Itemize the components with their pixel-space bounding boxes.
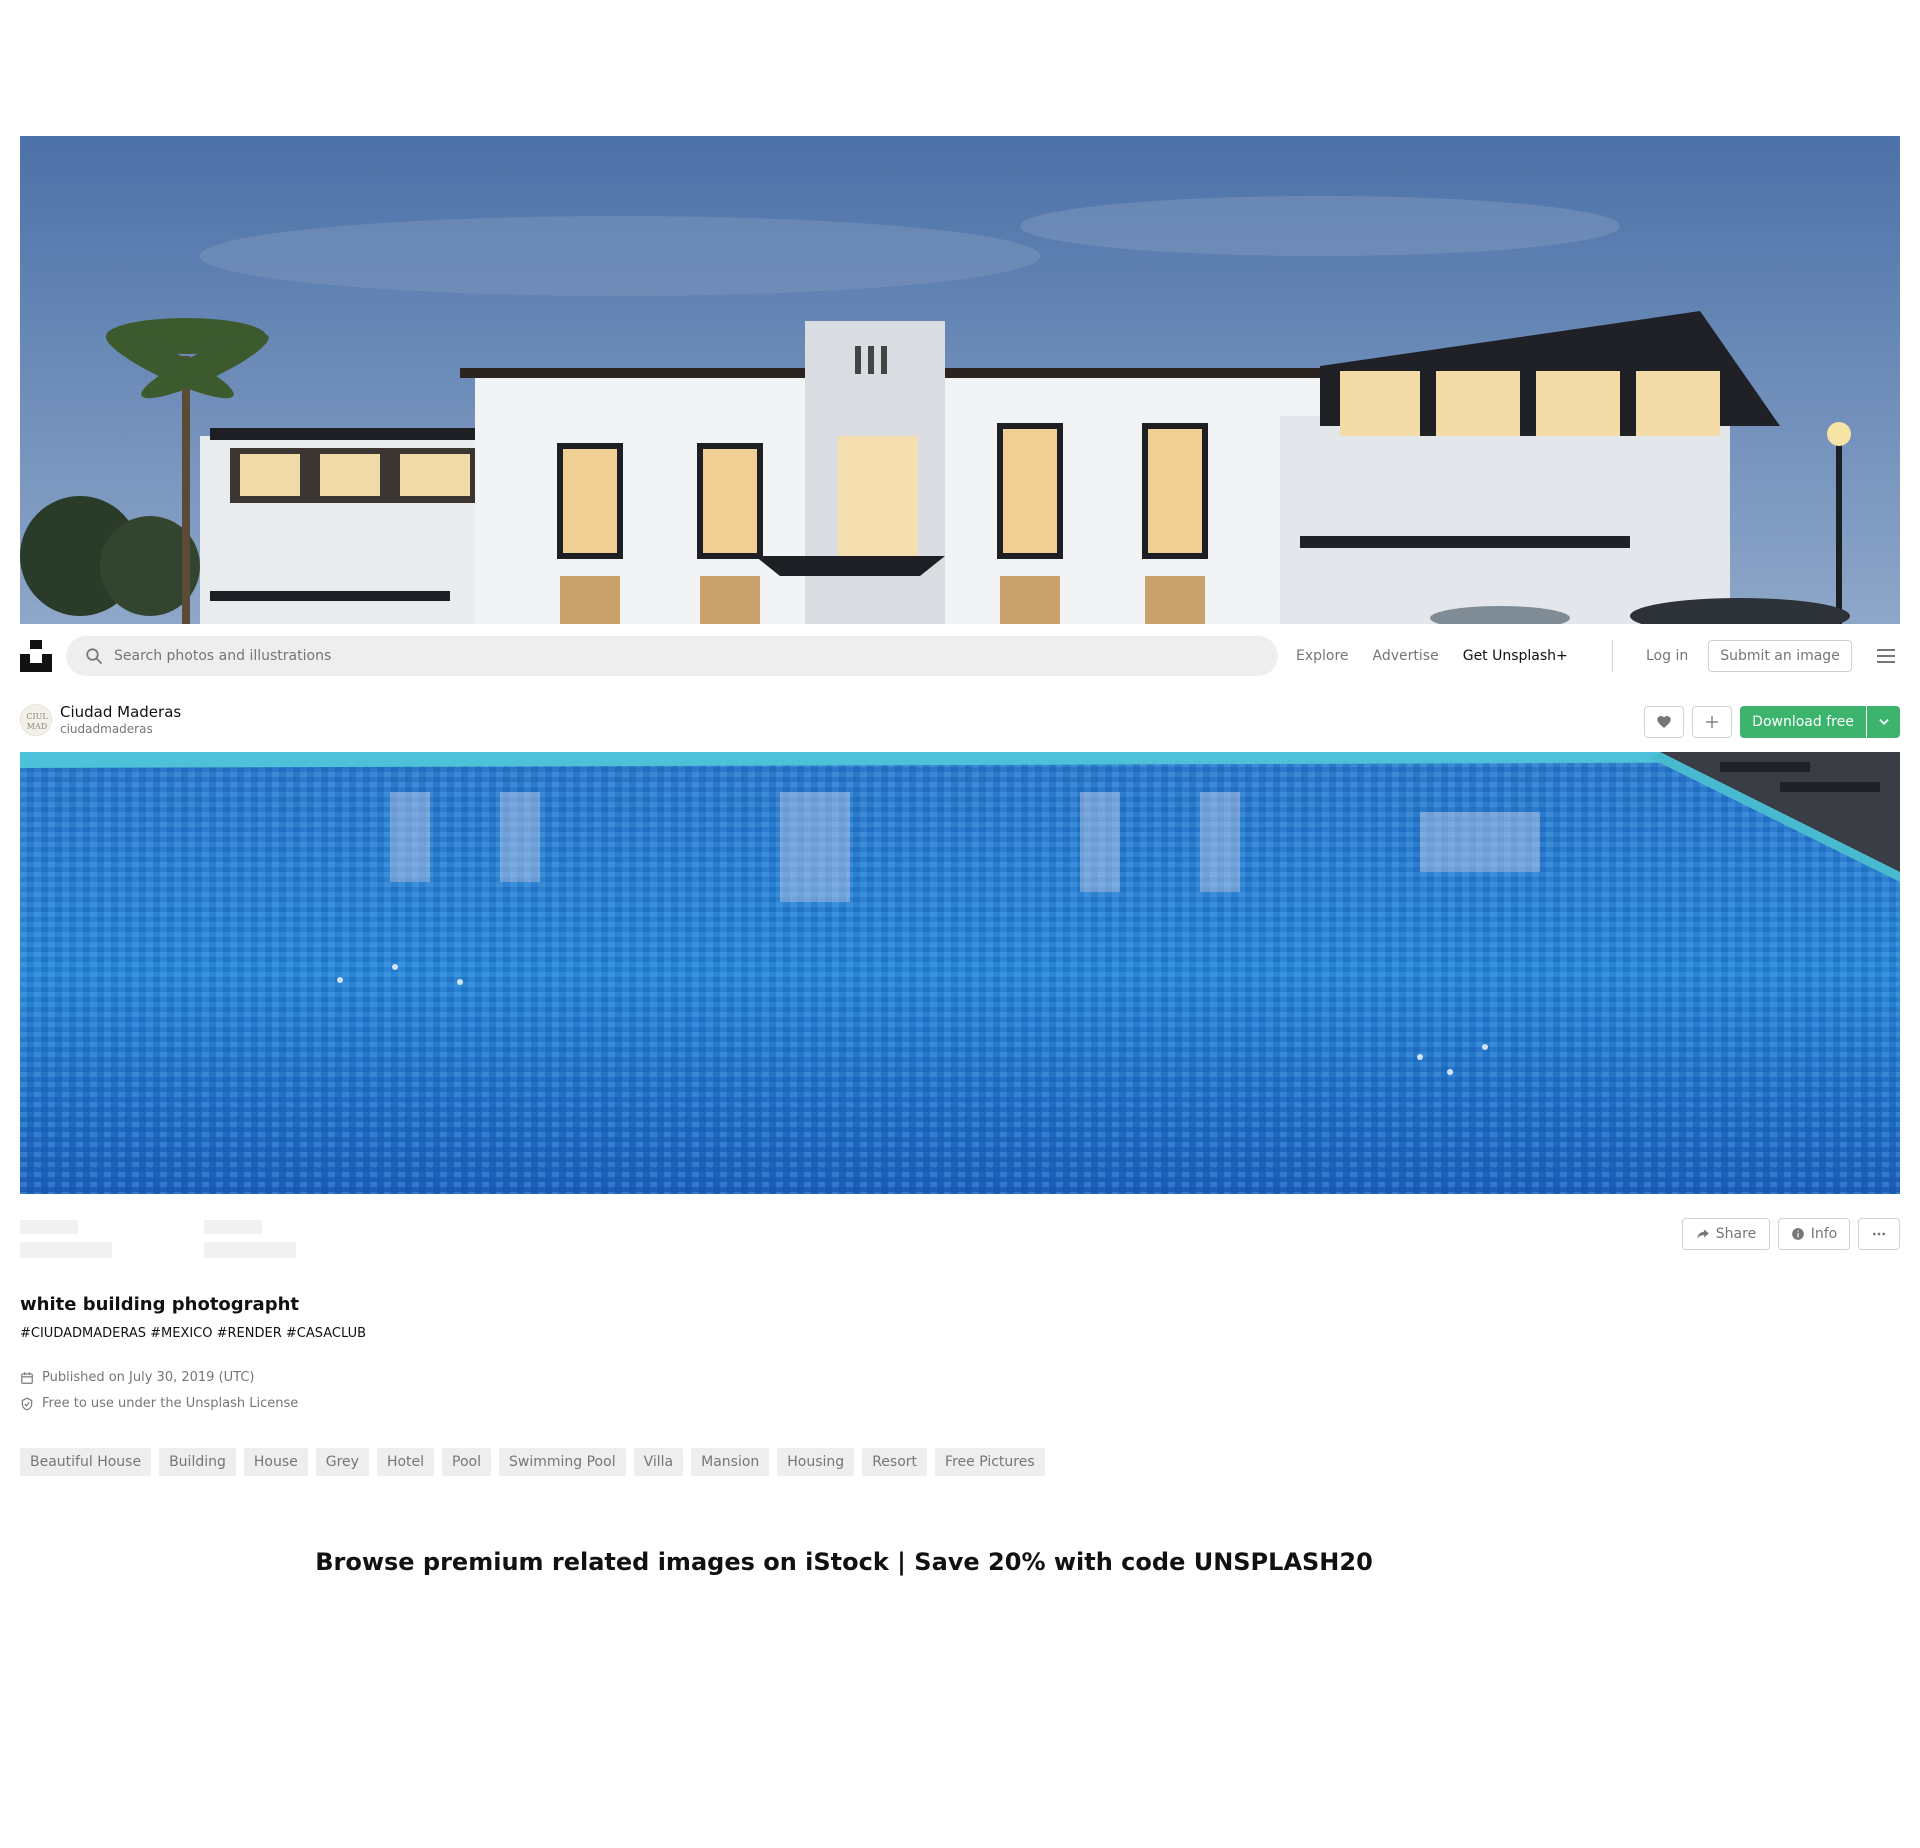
- tag-grey[interactable]: Grey: [315, 1448, 369, 1476]
- top-navigation: Explore Advertise Get Unsplash+ Log in S…: [0, 624, 1920, 688]
- published-info: Published on July 30, 2019 (UTC): [20, 1370, 255, 1385]
- license-text[interactable]: Free to use under the Unsplash License: [42, 1396, 298, 1411]
- add-to-collection-button[interactable]: [1692, 706, 1732, 738]
- nav-divider: [1612, 640, 1613, 672]
- hero-image-top: [20, 136, 1900, 624]
- pool-illustration: [20, 752, 1900, 1194]
- plus-icon: [1706, 716, 1718, 728]
- author-name[interactable]: Ciudad Maderas: [60, 703, 181, 721]
- calendar-icon: [21, 1371, 33, 1384]
- share-label: Share: [1715, 1226, 1757, 1242]
- search-icon[interactable]: [74, 636, 114, 676]
- published-date: Published on July 30, 2019 (UTC): [42, 1370, 255, 1385]
- tag-hotel[interactable]: Hotel: [376, 1448, 435, 1476]
- tag-house[interactable]: House: [243, 1448, 308, 1476]
- search-bar[interactable]: [66, 636, 1278, 676]
- more-options-button[interactable]: [1858, 1218, 1900, 1250]
- login-link[interactable]: Log in: [1646, 648, 1688, 664]
- share-icon: [1696, 1229, 1709, 1239]
- chevron-down-icon: [1878, 719, 1889, 725]
- like-button[interactable]: [1644, 706, 1684, 738]
- main-photo[interactable]: [20, 752, 1900, 1194]
- photo-title: white building photographt: [20, 1294, 299, 1315]
- info-button[interactable]: Info: [1778, 1218, 1850, 1250]
- svg-text:MAD: MAD: [27, 722, 47, 731]
- hero-building-illustration: [20, 136, 1900, 624]
- license-info: Free to use under the Unsplash License: [20, 1396, 298, 1411]
- info-icon: [1791, 1228, 1804, 1240]
- share-button[interactable]: Share: [1682, 1218, 1770, 1250]
- author-bar: CIUL MAD Ciudad Maderas ciudadmaderas Do…: [0, 690, 1920, 750]
- tag-pool[interactable]: Pool: [442, 1448, 492, 1476]
- unsplash-logo[interactable]: [20, 640, 52, 672]
- photo-hashtags: #CIUDADMADERAS #MEXICO #RENDER #CASACLUB: [20, 1326, 367, 1341]
- download-free-button[interactable]: Download free: [1740, 706, 1866, 738]
- tag-housing[interactable]: Housing: [777, 1448, 855, 1476]
- downloads-value-placeholder: [204, 1242, 296, 1258]
- downloads-label-placeholder: [204, 1220, 262, 1234]
- more-icon: [1873, 1232, 1885, 1236]
- nav-links: Explore Advertise Get Unsplash+: [1296, 624, 1592, 688]
- tag-beautiful-house[interactable]: Beautiful House: [20, 1448, 152, 1476]
- tag-resort[interactable]: Resort: [862, 1448, 928, 1476]
- tag-mansion[interactable]: Mansion: [691, 1448, 770, 1476]
- download-options-button[interactable]: [1867, 706, 1900, 738]
- tag-list: Beautiful House Building House Grey Hote…: [20, 1448, 1045, 1476]
- heart-icon: [1657, 716, 1671, 728]
- istock-banner[interactable]: Browse premium related images on iStock …: [0, 1548, 1688, 1576]
- views-value-placeholder: [20, 1242, 112, 1258]
- search-input[interactable]: [114, 636, 1278, 676]
- tag-free-pictures[interactable]: Free Pictures: [935, 1448, 1045, 1476]
- tag-villa[interactable]: Villa: [633, 1448, 684, 1476]
- author-handle[interactable]: ciudadmaderas: [60, 722, 153, 736]
- submit-image-button[interactable]: Submit an image: [1708, 640, 1852, 672]
- svg-text:CIUL: CIUL: [26, 712, 48, 721]
- tag-building[interactable]: Building: [159, 1448, 236, 1476]
- info-label: Info: [1810, 1226, 1838, 1242]
- nav-advertise-link[interactable]: Advertise: [1373, 648, 1439, 664]
- views-label-placeholder: [20, 1220, 78, 1234]
- nav-unsplash-plus-link[interactable]: Get Unsplash+: [1463, 648, 1568, 664]
- menu-icon[interactable]: [1874, 644, 1898, 668]
- tag-swimming-pool[interactable]: Swimming Pool: [499, 1448, 626, 1476]
- shield-check-icon: [21, 1397, 33, 1410]
- avatar[interactable]: CIUL MAD: [20, 704, 52, 736]
- nav-explore-link[interactable]: Explore: [1296, 648, 1349, 664]
